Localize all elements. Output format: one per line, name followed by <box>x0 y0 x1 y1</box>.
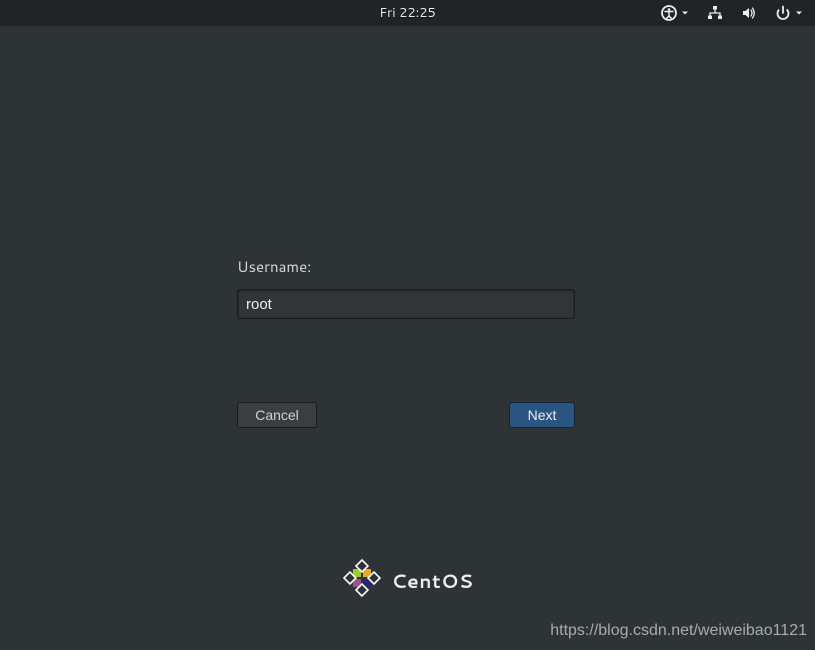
power-menu[interactable] <box>775 5 803 21</box>
login-button-row: Cancel Next <box>237 402 575 428</box>
chevron-down-icon <box>795 9 803 17</box>
username-label: Username: <box>237 256 575 277</box>
clock[interactable]: Fri 22:25 <box>379 4 436 22</box>
power-icon <box>775 5 791 21</box>
accessibility-menu[interactable] <box>661 5 689 21</box>
chevron-down-icon <box>681 9 689 17</box>
cancel-button[interactable]: Cancel <box>237 402 317 428</box>
accessibility-icon <box>661 5 677 21</box>
top-panel: Fri 22:25 <box>0 0 815 26</box>
volume-icon[interactable] <box>741 5 757 21</box>
branding: CentOS <box>341 558 473 604</box>
centos-logo-icon <box>341 558 381 604</box>
watermark-text: https://blog.csdn.net/weiweibao1121 <box>550 622 807 640</box>
login-form: Username: <box>237 256 575 319</box>
system-tray <box>661 0 803 26</box>
network-icon[interactable] <box>707 5 723 21</box>
next-button[interactable]: Next <box>509 402 575 428</box>
username-input[interactable] <box>237 289 575 319</box>
brand-text: CentOS <box>391 568 473 595</box>
